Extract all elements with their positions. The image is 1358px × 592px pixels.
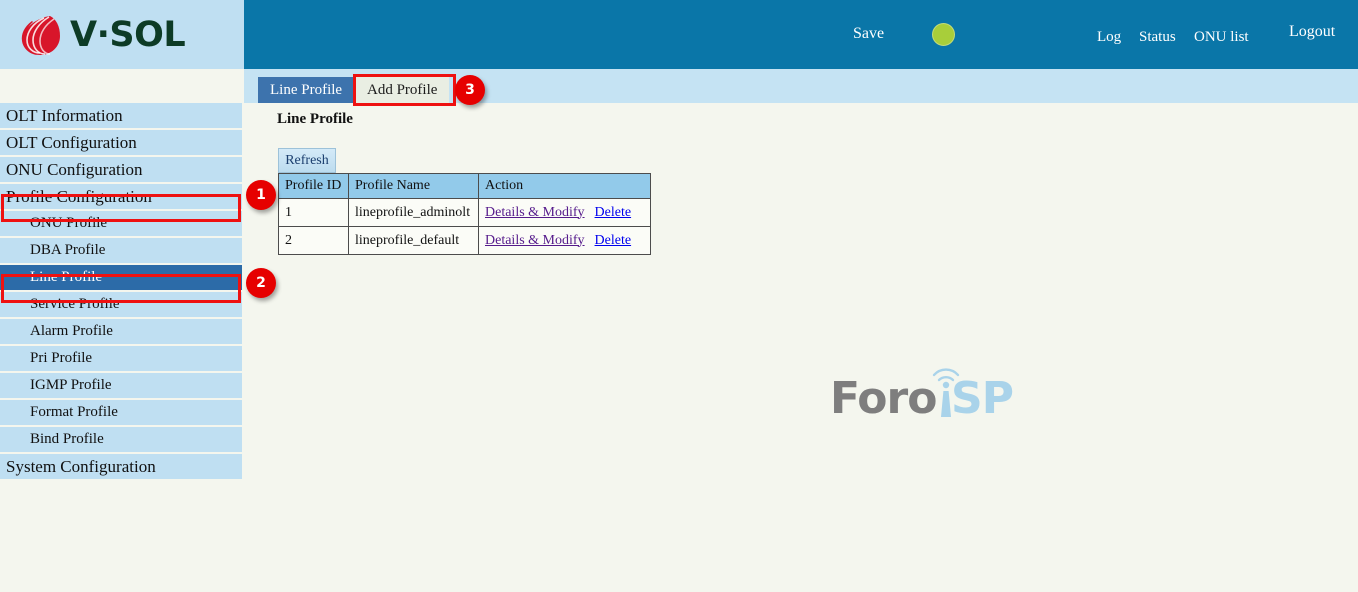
cell-profile-id: 1 — [279, 199, 349, 227]
sidebar-item-alarm-profile[interactable]: Alarm Profile — [0, 319, 242, 344]
watermark-text-foro: Foro — [830, 375, 936, 423]
header-bar: Save Log Status ONU list Logout — [244, 0, 1358, 69]
tab-bar: Line Profile Add Profile — [244, 69, 1358, 103]
watermark-text-sp: SP — [951, 375, 1013, 423]
column-header-profile-name: Profile Name — [349, 174, 479, 199]
vsol-droplet-logo-icon — [20, 13, 64, 57]
refresh-button[interactable]: Refresh — [278, 148, 336, 173]
line-profile-table: Profile ID Profile Name Action 1lineprof… — [278, 173, 651, 255]
onu-list-link[interactable]: ONU list — [1194, 27, 1249, 47]
sidebar-item-service-profile[interactable]: Service Profile — [0, 292, 242, 317]
details-modify-link[interactable]: Details & Modify — [485, 233, 585, 248]
table-body: 1lineprofile_adminolt Details & Modify Del… — [279, 199, 651, 255]
cell-action: Details & Modify Delete — [479, 227, 651, 255]
status-link[interactable]: Status — [1139, 27, 1176, 47]
brand-logo-text: V·SOL — [70, 14, 185, 56]
sidebar-item-olt-information[interactable]: OLT Information — [0, 103, 242, 128]
page-header: V·SOL Save Log Status ONU list Logout — [0, 0, 1358, 69]
cell-profile-name: lineprofile_adminolt — [349, 199, 479, 227]
delete-link[interactable]: Delete — [595, 205, 632, 220]
sidebar-item-olt-configuration[interactable]: OLT Configuration — [0, 130, 242, 155]
olt-web-management-page: V·SOL Save Log Status ONU list Logout Li… — [0, 0, 1358, 592]
sidebar-item-onu-profile[interactable]: ONU Profile — [0, 211, 242, 236]
details-modify-link[interactable]: Details & Modify — [485, 205, 585, 220]
antenna-tower-icon — [926, 361, 966, 419]
table-row: 2lineprofile_default Details & Modify Dele… — [279, 227, 651, 255]
cell-action: Details & Modify Delete — [479, 199, 651, 227]
table-header-row: Profile ID Profile Name Action — [279, 174, 651, 199]
status-indicator-icon — [932, 23, 955, 46]
tab-line-profile[interactable]: Line Profile — [258, 77, 354, 103]
tab-add-profile[interactable]: Add Profile — [355, 77, 449, 103]
sidebar-nav: OLT InformationOLT ConfigurationONU Conf… — [0, 103, 244, 481]
main-content: Line Profile Refresh Profile ID Profile … — [244, 103, 1358, 592]
logout-link[interactable]: Logout — [1289, 22, 1335, 42]
cell-profile-id: 2 — [279, 227, 349, 255]
sidebar-item-pri-profile[interactable]: Pri Profile — [0, 346, 242, 371]
delete-link[interactable]: Delete — [595, 233, 632, 248]
cell-profile-name: lineprofile_default — [349, 227, 479, 255]
table-row: 1lineprofile_adminolt Details & Modify Del… — [279, 199, 651, 227]
sidebar-item-line-profile[interactable]: Line Profile — [0, 265, 242, 290]
sidebar-item-onu-configuration[interactable]: ONU Configuration — [0, 157, 242, 182]
brand-logo: V·SOL — [20, 12, 230, 58]
column-header-action: Action — [479, 174, 651, 199]
sidebar-item-system-configuration[interactable]: System Configuration — [0, 454, 242, 479]
foroisp-watermark: Foro SP — [830, 361, 1020, 423]
sidebar-item-dba-profile[interactable]: DBA Profile — [0, 238, 242, 263]
sidebar-item-igmp-profile[interactable]: IGMP Profile — [0, 373, 242, 398]
save-button[interactable]: Save — [853, 24, 884, 44]
column-header-profile-id: Profile ID — [279, 174, 349, 199]
sidebar-item-profile-configuration[interactable]: Profile Configuration — [0, 184, 242, 209]
sidebar-item-bind-profile[interactable]: Bind Profile — [0, 427, 242, 452]
logo-pane: V·SOL — [0, 0, 244, 69]
page-title: Line Profile — [277, 111, 353, 128]
sidebar-item-format-profile[interactable]: Format Profile — [0, 400, 242, 425]
log-link[interactable]: Log — [1097, 27, 1121, 47]
